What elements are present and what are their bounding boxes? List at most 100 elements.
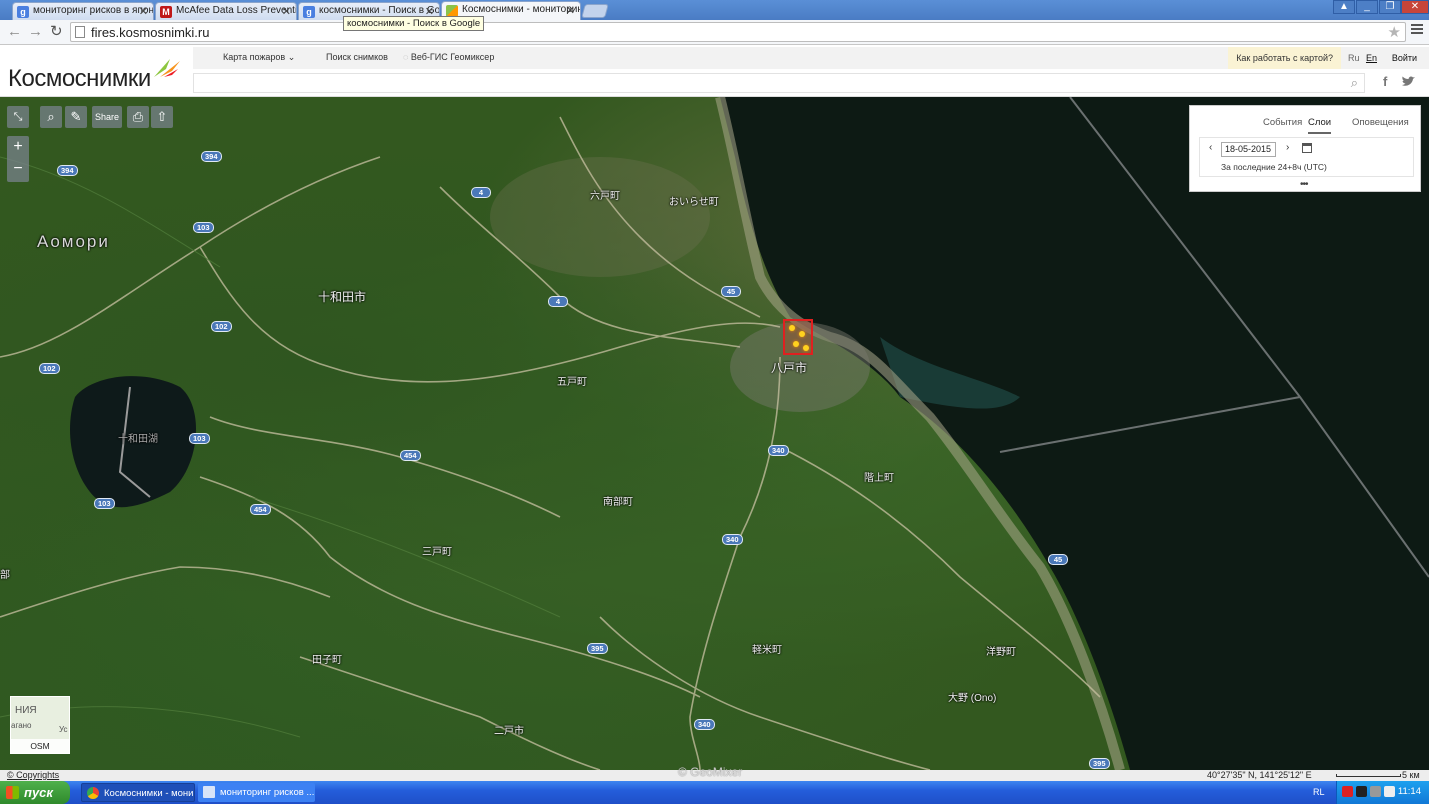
- lang-en[interactable]: En: [1366, 53, 1377, 63]
- map-label-town: 軽米町: [752, 645, 782, 656]
- period-text: За последние 24+8ч (UTC): [1221, 162, 1327, 172]
- close-icon[interactable]: ✕: [282, 5, 291, 18]
- language-indicator[interactable]: RL: [1313, 787, 1325, 797]
- reload-icon[interactable]: ↻: [50, 24, 63, 40]
- logo-mark-icon: [154, 59, 180, 77]
- page-icon: [75, 26, 85, 38]
- map-label-town: 三戸町: [422, 547, 452, 558]
- zoom-out-button[interactable]: −: [7, 158, 29, 180]
- tab-title: McAfee Data Loss Prevention: [176, 5, 297, 16]
- map-label-town: 大野 (Ono): [948, 693, 997, 704]
- howto-link[interactable]: Как работать с картой?: [1228, 47, 1341, 69]
- new-tab-button[interactable]: [581, 4, 609, 18]
- tab-title: космоснимки - Поиск в Goo: [319, 5, 440, 16]
- map-label-city: 二戸市: [494, 726, 524, 737]
- map-label-town: 十和田市: [318, 290, 367, 304]
- road-shield: 340: [722, 534, 743, 545]
- lang-ru[interactable]: Ru: [1348, 53, 1360, 63]
- antivirus-icon[interactable]: [1342, 786, 1353, 797]
- satellite-map[interactable]: Аомори 十和田市 六戸町 おいらせ町 八戸市 五戸町 十和田湖 南部町 階…: [0, 97, 1429, 770]
- road-shield: 103: [189, 433, 210, 444]
- fire-dot: [803, 345, 809, 351]
- zoom-control: + −: [7, 136, 29, 182]
- date-input[interactable]: 18-05-2015: [1221, 142, 1276, 157]
- layers-panel: События Слои Оповещения ‹ 18-05-2015 › З…: [1189, 105, 1421, 192]
- close-window-button[interactable]: ✕: [1401, 0, 1429, 14]
- volume-icon[interactable]: [1370, 786, 1381, 797]
- browser-menu-icon[interactable]: [1411, 24, 1423, 36]
- bookmark-star-icon[interactable]: ★: [1388, 23, 1401, 41]
- fullscreen-toggle-icon[interactable]: ⤡: [7, 106, 29, 128]
- tab-alerts[interactable]: Оповещения: [1352, 117, 1409, 128]
- nav-image-search[interactable]: Поиск снимков: [326, 52, 388, 62]
- calendar-icon[interactable]: [1302, 143, 1312, 153]
- system-tray: 11:14: [1336, 781, 1429, 804]
- minimize-button[interactable]: _: [1356, 0, 1378, 14]
- osm-basemap-label[interactable]: OSM: [11, 739, 69, 753]
- zoom-in-button[interactable]: +: [7, 136, 29, 158]
- tab-layers[interactable]: Слои: [1308, 117, 1332, 134]
- chrome-icon: [87, 787, 99, 799]
- nav-fire-map[interactable]: Карта пожаров ⌄: [223, 52, 295, 63]
- scale-label: 5 км: [1402, 770, 1420, 780]
- language-switch: Ru En: [1344, 53, 1377, 63]
- forward-arrow-icon[interactable]: →: [28, 24, 43, 40]
- facebook-icon[interactable]: f: [1383, 74, 1387, 89]
- url-text[interactable]: fires.kosmosnimki.ru: [91, 25, 209, 40]
- road-shield: 103: [193, 222, 214, 233]
- fire-hotspot-marker[interactable]: [783, 319, 813, 355]
- map-label-town: おいらせ町: [669, 197, 719, 208]
- next-date-icon[interactable]: ›: [1286, 142, 1289, 153]
- minimap-text: Ус: [59, 725, 68, 734]
- minimap-text: агано: [11, 721, 32, 730]
- restore-button[interactable]: ❐: [1379, 0, 1401, 14]
- tab-events[interactable]: События: [1263, 117, 1302, 128]
- network-icon[interactable]: [1356, 786, 1367, 797]
- document-icon: [203, 786, 215, 798]
- share-button[interactable]: Share: [92, 106, 122, 128]
- expand-panel-handle[interactable]: •••: [1300, 179, 1308, 190]
- nav-geomixer[interactable]: ◌ Веб-ГИС Геомиксер: [403, 52, 494, 62]
- start-button[interactable]: пуск: [0, 781, 70, 804]
- notes-icon[interactable]: [1384, 786, 1395, 797]
- address-bar[interactable]: fires.kosmosnimki.ru ★: [70, 22, 1406, 42]
- close-icon[interactable]: ✕: [566, 4, 575, 17]
- site-logo[interactable]: Космоснимки: [8, 65, 151, 93]
- coordinates-readout[interactable]: 40°27'35" N, 141°25'12" E: [1207, 770, 1312, 781]
- system-clock[interactable]: 11:14: [1398, 786, 1421, 797]
- search-icon[interactable]: ⌕: [1351, 75, 1358, 91]
- date-selector: ‹ 18-05-2015 › За последние 24+8ч (UTC): [1199, 137, 1414, 177]
- taskbar-item-browser[interactable]: Космоснимки - мони...: [81, 783, 195, 802]
- back-arrow-icon[interactable]: ←: [7, 24, 22, 40]
- minimap[interactable]: НИЯ агано Ус OSM: [10, 696, 70, 754]
- upload-icon[interactable]: ⇧: [151, 106, 173, 128]
- copyright-link[interactable]: © Copyrights: [7, 770, 59, 781]
- site-nav: Карта пожаров ⌄ Поиск снимков ◌ Веб-ГИС …: [193, 47, 1429, 69]
- browser-tab[interactable]: g мониторинг рисков в япони ✕: [12, 2, 154, 20]
- taskbar-item-label: мониторинг рисков ...: [220, 787, 315, 798]
- zoom-search-icon[interactable]: ⌕: [40, 106, 62, 128]
- fire-dot: [799, 331, 805, 337]
- map-label-town: 南部町: [603, 497, 633, 508]
- print-icon[interactable]: ⎙: [127, 106, 149, 128]
- taskbar-item-document[interactable]: мониторинг рисков ...: [198, 783, 315, 802]
- map-status-bar: © Copyrights © GeoMixer 40°27'35" N, 141…: [0, 765, 1429, 781]
- road-shield: 395: [587, 643, 608, 654]
- start-label: пуск: [24, 785, 53, 800]
- login-link[interactable]: Войти: [1392, 53, 1417, 63]
- road-shield: 4: [471, 187, 491, 198]
- road-shield: 102: [211, 321, 232, 332]
- close-icon[interactable]: ✕: [139, 5, 148, 18]
- prev-date-icon[interactable]: ‹: [1209, 142, 1212, 153]
- road-shield: 340: [694, 719, 715, 730]
- geomixer-watermark: © GeoMixer: [678, 765, 743, 779]
- browser-toolbar: ← → ↻ fires.kosmosnimki.ru ★: [0, 20, 1429, 45]
- road-shield: 454: [400, 450, 421, 461]
- user-icon[interactable]: ▲: [1333, 0, 1355, 14]
- twitter-icon[interactable]: [1401, 76, 1416, 88]
- mcafee-shield-icon: M: [160, 6, 172, 18]
- map-label-town: 階上町: [864, 473, 894, 484]
- pin-tool-icon[interactable]: ✎: [65, 106, 87, 128]
- search-input[interactable]: ⌕: [193, 73, 1365, 93]
- browser-tab[interactable]: M McAfee Data Loss Prevention ✕: [155, 2, 297, 20]
